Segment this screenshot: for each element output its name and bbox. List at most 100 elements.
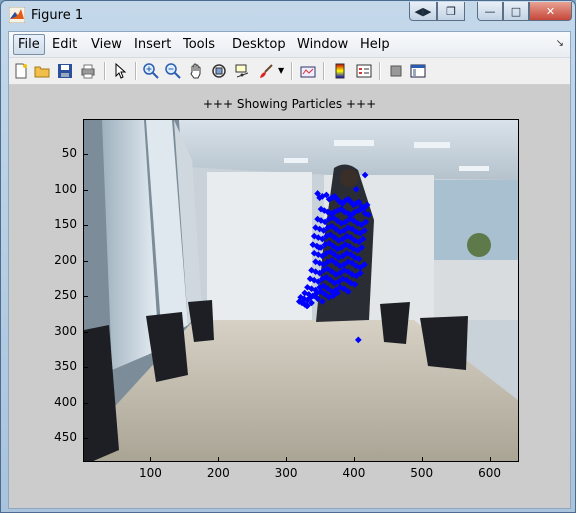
- menu-help[interactable]: Help: [355, 36, 395, 53]
- hide-plot-tools-button[interactable]: [387, 62, 405, 80]
- particle-point: [332, 259, 340, 267]
- particle-point: [361, 227, 368, 234]
- pan-button[interactable]: [187, 62, 205, 80]
- y-tick-label: 450: [54, 430, 77, 445]
- minimize-button[interactable]: —: [477, 2, 503, 21]
- save-icon: [58, 64, 72, 78]
- zoom-out-icon: [165, 63, 181, 79]
- particle-point: [356, 269, 364, 277]
- x-tick-label: 600: [478, 466, 501, 480]
- colorbar-button[interactable]: [331, 62, 349, 80]
- menu-file[interactable]: File: [13, 34, 45, 55]
- hide-plot-tools-icon: [390, 65, 402, 77]
- particle-point: [361, 261, 368, 268]
- particle-point: [319, 298, 326, 305]
- y-tick-mark: [84, 402, 88, 404]
- x-tick-mark: [421, 457, 423, 461]
- y-tick-label: 200: [54, 252, 77, 267]
- close-icon: ✕: [545, 4, 556, 18]
- show-plot-tools-button[interactable]: [409, 62, 427, 80]
- menu-view[interactable]: View: [86, 36, 127, 53]
- dock-button[interactable]: ◀▶: [409, 2, 437, 21]
- edit-plot-button[interactable]: [111, 62, 129, 80]
- y-tick-label: 150: [54, 217, 77, 232]
- y-tick-mark: [84, 154, 88, 156]
- x-tick-label: 200: [206, 466, 230, 480]
- particle-point: [331, 251, 338, 258]
- window-copy-icon: ❐: [446, 4, 456, 18]
- toolbar-separator: [135, 62, 137, 80]
- toolbar-separator: [323, 62, 325, 80]
- menu-bar: File Edit View Insert Tools Desktop Wind…: [9, 32, 570, 58]
- menu-window[interactable]: Window: [292, 36, 353, 53]
- colorbar-icon: [335, 63, 345, 79]
- undock-button[interactable]: ❐: [437, 2, 465, 21]
- x-tick-label: 500: [410, 466, 434, 480]
- menu-edit[interactable]: Edit: [47, 36, 82, 53]
- zoom-out-button[interactable]: [164, 62, 182, 80]
- y-tick-label: 50: [61, 146, 77, 161]
- maximize-icon: □: [510, 4, 522, 18]
- menu-tools[interactable]: Tools: [178, 36, 220, 53]
- open-file-button[interactable]: [33, 62, 51, 80]
- y-tick-mark: [84, 331, 88, 333]
- plot-title: +++ Showing Particles +++: [202, 97, 377, 111]
- new-figure-button[interactable]: [12, 62, 30, 80]
- particle-point: [324, 285, 332, 293]
- save-button[interactable]: [56, 62, 74, 80]
- x-tick-mark: [150, 457, 152, 461]
- link-plot-button[interactable]: [299, 62, 317, 80]
- particle-scatter: [295, 171, 372, 344]
- particle-point: [361, 171, 369, 179]
- data-cursor-button[interactable]: [233, 62, 251, 80]
- particle-point: [333, 217, 341, 224]
- zoom-in-button[interactable]: [142, 62, 160, 80]
- pan-icon: [190, 63, 201, 79]
- x-tick-mark: [353, 457, 355, 461]
- particle-point: [308, 299, 315, 307]
- particle-point: [358, 244, 366, 251]
- brush-dropdown-icon[interactable]: ▼: [278, 66, 284, 75]
- particle-point: [329, 242, 337, 250]
- rotate-3d-button[interactable]: [210, 62, 228, 80]
- figure-toolbar: ▼: [9, 58, 570, 85]
- y-tick-label: 100: [54, 181, 77, 196]
- particle-point: [359, 235, 367, 243]
- brush-icon: [260, 64, 273, 78]
- dock-icon: ◀▶: [414, 4, 432, 18]
- x-tick-mark: [218, 457, 220, 461]
- maximize-button[interactable]: □: [503, 2, 529, 21]
- print-button[interactable]: [79, 62, 97, 80]
- pointer-icon: [115, 63, 127, 79]
- y-tick-mark: [84, 225, 88, 227]
- dock-pin-icon[interactable]: ↘: [556, 38, 564, 49]
- figure-window: Figure 1 ◀▶ ❐ — □ ✕ File Edit View Inser…: [0, 0, 576, 513]
- y-tick-label: 400: [54, 394, 77, 409]
- particle-point: [328, 268, 336, 276]
- toolbar-separator: [379, 62, 381, 80]
- legend-button[interactable]: [355, 62, 373, 80]
- particle-point: [362, 218, 370, 226]
- x-tick-label: 400: [342, 466, 366, 480]
- y-tick-label: 300: [54, 323, 77, 338]
- print-icon: [81, 64, 95, 79]
- y-tick-mark: [84, 438, 88, 440]
- window-title: Figure 1: [31, 8, 84, 23]
- legend-icon: [356, 64, 372, 78]
- data-cursor-icon: [235, 64, 249, 78]
- particle-point: [321, 291, 329, 298]
- y-tick-mark: [84, 189, 88, 191]
- zoom-in-icon: [143, 63, 159, 79]
- matlab-logo-icon: [9, 7, 25, 23]
- particle-point: [327, 276, 334, 284]
- particle-point: [332, 225, 340, 233]
- menu-insert[interactable]: Insert: [129, 36, 176, 53]
- menu-desktop[interactable]: Desktop: [227, 36, 291, 53]
- title-bar[interactable]: Figure 1 ◀▶ ❐ — □ ✕: [1, 1, 575, 31]
- close-button[interactable]: ✕: [529, 2, 572, 21]
- rotate-3d-icon: [212, 64, 226, 78]
- particle-point: [331, 234, 338, 241]
- particle-point: [352, 185, 360, 193]
- axes[interactable]: [83, 119, 519, 462]
- brush-button[interactable]: [257, 62, 275, 80]
